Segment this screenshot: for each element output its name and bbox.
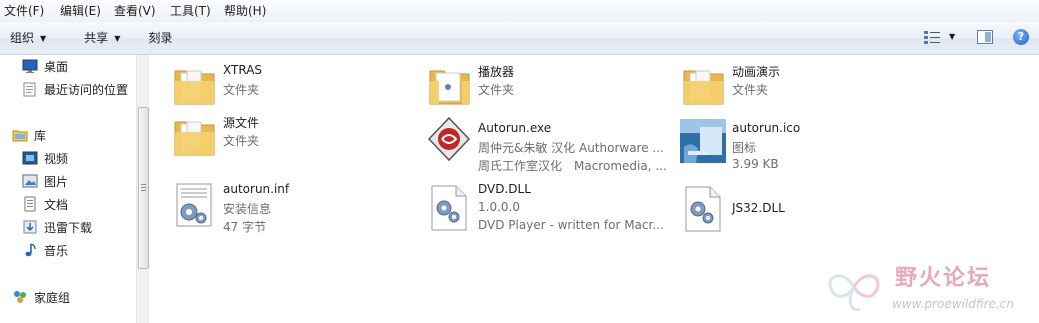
nav-label-libraries: 库 [34,128,47,143]
file-size: 3.99 KB [732,157,779,171]
file-name: autorun.ico [732,121,801,135]
menu-file[interactable]: 文件(F) [0,0,56,22]
library-icon [12,127,28,143]
view-options-icon[interactable] [924,31,940,45]
file-name: Autorun.exe [478,121,552,135]
settings-file-icon [176,183,212,227]
video-icon [22,150,38,166]
nav-item-recent-places[interactable]: 最近访问的位置 [22,79,128,99]
file-item[interactable]: JS32.DLL [680,186,910,235]
file-type: 文件夹 [732,83,769,97]
authorware-icon [427,116,471,162]
view-chevron-down-icon[interactable]: ▼ [949,32,955,41]
download-folder-icon [22,219,38,235]
nav-item-music[interactable]: 音乐 [22,240,68,260]
preview-pane-icon[interactable] [977,30,993,44]
file-type: 文件夹 [223,83,260,97]
file-name: 播放器 [478,65,515,79]
nav-label-recent-places: 最近访问的位置 [44,82,129,97]
file-name: 动画演示 [732,65,781,79]
folder-icon [174,121,215,156]
watermark-url: www.proewildfire.cn [892,297,1014,311]
image-thumbnail-icon [680,119,726,163]
file-name: autorun.inf [223,182,290,196]
desktop-icon [22,58,38,74]
watermark-logo-icon [828,274,880,312]
file-item[interactable]: 播放器 文件夹 [426,61,656,109]
chevron-down-icon: ▼ [114,34,121,43]
file-name: DVD.DLL [478,182,531,196]
pictures-icon [22,173,38,189]
nav-item-desktop[interactable]: 桌面 [22,56,68,76]
file-type: 安装信息 [223,202,272,216]
documents-icon [22,196,38,212]
nav-item-documents[interactable]: 文档 [22,194,68,214]
nav-label-music: 音乐 [44,243,69,258]
file-type: 文件夹 [223,134,260,148]
nav-label-pictures: 图片 [44,174,69,189]
organize-button[interactable]: 组织 ▼ [0,22,56,54]
burn-label: 刻录 [148,31,173,45]
file-item[interactable]: 源文件 文件夹 [171,112,401,160]
file-name: 源文件 [223,116,260,130]
file-item[interactable]: autorun.inf 安装信息 47 字节 [171,182,401,234]
file-item[interactable]: XTRAS 文件夹 [171,61,401,109]
menu-help[interactable]: 帮助(H) [220,0,274,22]
nav-label-homegroup: 家庭组 [34,290,71,305]
command-bar: 组织 ▼ 共享 ▼ 刻录 [0,22,1039,55]
nav-scrollbar[interactable] [136,55,149,323]
nav-label-desktop: 桌面 [44,59,69,74]
recent-places-icon [22,81,38,97]
dll-file-icon [685,186,721,232]
nav-item-videos[interactable]: 视频 [22,148,68,168]
file-item[interactable]: Autorun.exe 周仲元&朱敏 汉化 Authorware ... 周氏工… [426,116,676,173]
menu-view[interactable]: 查看(V) [110,0,166,22]
nav-item-pictures[interactable]: 图片 [22,171,68,191]
dll-file-icon [431,185,467,231]
navigation-pane: 桌面 最近访问的位置 库 视频 图片 文档 迅雷下载 音乐 家庭组 [0,55,136,323]
menu-edit[interactable]: 编辑(E) [56,0,110,22]
watermark-title: 野火论坛 [895,266,992,291]
share-button[interactable]: 共享 ▼ [74,22,130,54]
nav-label-videos: 视频 [44,151,69,166]
folder-icon [429,70,470,105]
nav-item-thunder-downloads[interactable]: 迅雷下载 [22,217,92,237]
burn-button[interactable]: 刻录 [138,22,182,54]
file-name: XTRAS [223,63,263,77]
file-item[interactable]: 动画演示 文件夹 [680,61,910,109]
folder-icon [174,70,215,105]
file-item[interactable]: DVD.DLL 1.0.0.0 DVD Player - written for… [426,182,676,232]
nav-label-documents: 文档 [44,197,69,212]
nav-item-libraries[interactable]: 库 [12,125,46,145]
file-company: 周氏工作室汉化 Macromedia, ... [478,159,667,173]
menu-bar: 文件(F) 编辑(E) 查看(V) 工具(T) 帮助(H) [0,0,1039,22]
file-description: DVD Player - written for Macr... [478,218,664,232]
scroll-thumb[interactable] [138,107,149,269]
file-item[interactable]: autorun.ico 图标 3.99 KB [680,119,910,171]
file-type: 图标 [732,141,757,155]
file-version: 1.0.0.0 [478,200,520,214]
file-size: 47 字节 [223,220,267,234]
nav-item-homegroup[interactable]: 家庭组 [12,287,70,307]
file-type: 文件夹 [478,83,515,97]
menu-tools[interactable]: 工具(T) [166,0,220,22]
homegroup-icon [12,289,28,305]
organize-label: 组织 [10,31,35,45]
folder-icon [683,70,724,105]
music-note-icon [22,242,38,258]
chevron-down-icon: ▼ [40,34,47,43]
share-label: 共享 [84,31,109,45]
file-description: 周仲元&朱敏 汉化 Authorware ... [478,141,664,155]
file-name: JS32.DLL [732,201,785,215]
help-icon[interactable]: ? [1013,29,1029,45]
nav-label-thunder-downloads: 迅雷下载 [44,220,93,235]
